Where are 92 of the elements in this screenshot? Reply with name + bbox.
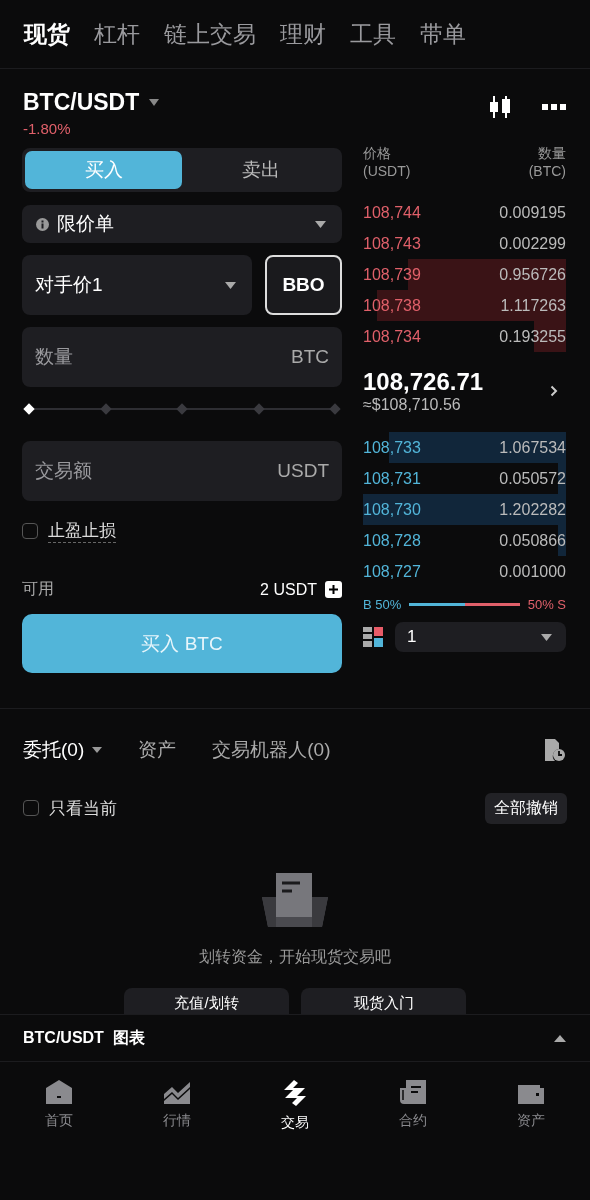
plus-icon[interactable] bbox=[325, 581, 342, 598]
bid-quantity: 1.202282 bbox=[499, 500, 566, 519]
nav-item[interactable]: 首页 bbox=[0, 1080, 118, 1136]
bid-price[interactable]: 108,733 bbox=[363, 438, 421, 457]
step-marker bbox=[329, 403, 341, 415]
checkbox-label[interactable]: 只看当前 bbox=[49, 796, 117, 820]
checkbox[interactable] bbox=[22, 523, 38, 539]
bid-row[interactable]: 108,728 0.050866 bbox=[363, 525, 566, 556]
caret-icon bbox=[541, 633, 552, 641]
ask-price[interactable]: 108,744 bbox=[363, 203, 421, 222]
ask-price[interactable]: 108,738 bbox=[363, 296, 421, 315]
bid-quantity: 0.001000 bbox=[499, 562, 566, 581]
top-tab[interactable]: 现货 bbox=[24, 18, 70, 50]
empty-action-button[interactable]: 充值/划转 bbox=[124, 988, 289, 1014]
available-label: 可用 bbox=[22, 579, 54, 599]
top-tab[interactable]: 带单 bbox=[420, 18, 466, 50]
step-marker bbox=[176, 403, 188, 415]
caret-icon bbox=[225, 281, 236, 289]
price-change: -1.80% bbox=[23, 120, 72, 137]
side-tab[interactable]: 卖出 bbox=[182, 151, 339, 189]
bid-price[interactable]: 108,730 bbox=[363, 500, 421, 519]
order-tab[interactable]: 资产 bbox=[138, 737, 177, 763]
home-icon bbox=[46, 1080, 72, 1104]
bid-row[interactable]: 108,731 0.050572 bbox=[363, 463, 566, 494]
bid-price[interactable]: 108,727 bbox=[363, 562, 421, 581]
precision-dropdown[interactable]: 1 bbox=[395, 622, 566, 652]
top-tab[interactable]: 杠杆 bbox=[94, 18, 140, 50]
cancel-all-button[interactable]: 全部撤销 bbox=[485, 792, 567, 824]
order-tab[interactable]: 委托(0) bbox=[23, 737, 103, 763]
unit-label: USDT bbox=[277, 460, 329, 482]
ask-quantity: 0.002299 bbox=[499, 234, 566, 253]
ask-row[interactable]: 108,734 0.193255 bbox=[363, 321, 566, 352]
bbo-button[interactable]: BBO bbox=[265, 255, 342, 315]
ask-price[interactable]: 108,743 bbox=[363, 234, 421, 253]
sell-ratio: 50% S bbox=[527, 597, 566, 612]
order-tab[interactable]: 交易机器人(0) bbox=[212, 737, 331, 763]
more-icon[interactable] bbox=[542, 104, 566, 110]
nav-item[interactable]: 行情 bbox=[118, 1080, 236, 1136]
bid-row[interactable]: 108,733 1.067534 bbox=[363, 432, 566, 463]
ask-quantity: 0.009195 bbox=[499, 203, 566, 222]
candlestick-icon[interactable] bbox=[488, 94, 512, 120]
usd-price: ≈$108,710.56 bbox=[363, 396, 462, 414]
empty-action-button[interactable]: 现货入门 bbox=[301, 988, 466, 1014]
top-tab[interactable]: 工具 bbox=[350, 18, 396, 50]
chevron-right-icon[interactable] bbox=[550, 385, 558, 397]
step-marker bbox=[252, 403, 265, 415]
price-dropdown[interactable]: 对手价1 bbox=[22, 255, 252, 315]
caret-up-icon[interactable] bbox=[554, 1034, 566, 1042]
bid-quantity: 0.050866 bbox=[499, 531, 566, 550]
document-icon bbox=[400, 1080, 426, 1104]
last-price: 108,726.71 bbox=[363, 368, 484, 396]
chart-bar[interactable]: BTC/USDT 图表 bbox=[0, 1014, 590, 1062]
top-tab[interactable]: 理财 bbox=[280, 18, 326, 50]
bid-quantity: 0.050572 bbox=[499, 469, 566, 488]
nav-item[interactable]: 资产 bbox=[472, 1080, 590, 1136]
column-unit: (BTC) bbox=[528, 163, 566, 179]
nav-item[interactable]: 交易 bbox=[236, 1080, 354, 1136]
ask-price[interactable]: 108,734 bbox=[363, 327, 421, 346]
top-tab[interactable]: 链上交易 bbox=[164, 18, 256, 50]
column-unit: (USDT) bbox=[363, 163, 411, 179]
slider-thumb[interactable] bbox=[23, 403, 35, 415]
caret-icon bbox=[315, 220, 326, 228]
layout-icon[interactable] bbox=[363, 627, 383, 647]
step-marker bbox=[99, 403, 112, 415]
bid-quantity: 1.067534 bbox=[499, 438, 566, 457]
empty-message: 划转资金，开始现货交易吧 bbox=[199, 947, 391, 967]
bid-price[interactable]: 108,731 bbox=[363, 469, 421, 488]
column-header: 价格 bbox=[363, 145, 392, 163]
ask-quantity: 0.193255 bbox=[499, 327, 566, 346]
chart-title: BTC/USDT 图表 bbox=[23, 1027, 145, 1048]
order-type-dropdown[interactable]: 限价单 bbox=[22, 205, 342, 243]
info-icon bbox=[36, 217, 49, 231]
pair-name[interactable]: BTC/USDT bbox=[23, 89, 140, 116]
checkbox-label[interactable]: 止盈止损 bbox=[48, 519, 116, 543]
unit-label: BTC bbox=[291, 346, 329, 368]
ask-price[interactable]: 108,739 bbox=[363, 265, 421, 284]
caret-icon[interactable] bbox=[149, 99, 160, 106]
caret-icon bbox=[92, 747, 103, 753]
column-header: 数量 bbox=[538, 145, 566, 163]
bid-row[interactable]: 108,730 1.202282 bbox=[363, 494, 566, 525]
bid-price[interactable]: 108,728 bbox=[363, 531, 421, 550]
ask-quantity: 1.117263 bbox=[500, 296, 566, 315]
checkbox[interactable] bbox=[23, 800, 39, 816]
buy-ratio: B 50% bbox=[363, 597, 402, 612]
ask-row[interactable]: 108,738 1.117263 bbox=[363, 290, 566, 321]
ask-quantity: 0.956726 bbox=[499, 265, 566, 284]
empty-folder-icon bbox=[262, 873, 328, 927]
ask-row[interactable]: 108,739 0.956726 bbox=[363, 259, 566, 290]
nav-item[interactable]: 合约 bbox=[354, 1080, 472, 1136]
swap-icon bbox=[282, 1080, 308, 1106]
available-value: 2 USDT bbox=[260, 580, 317, 599]
chart-line-icon bbox=[164, 1080, 190, 1104]
